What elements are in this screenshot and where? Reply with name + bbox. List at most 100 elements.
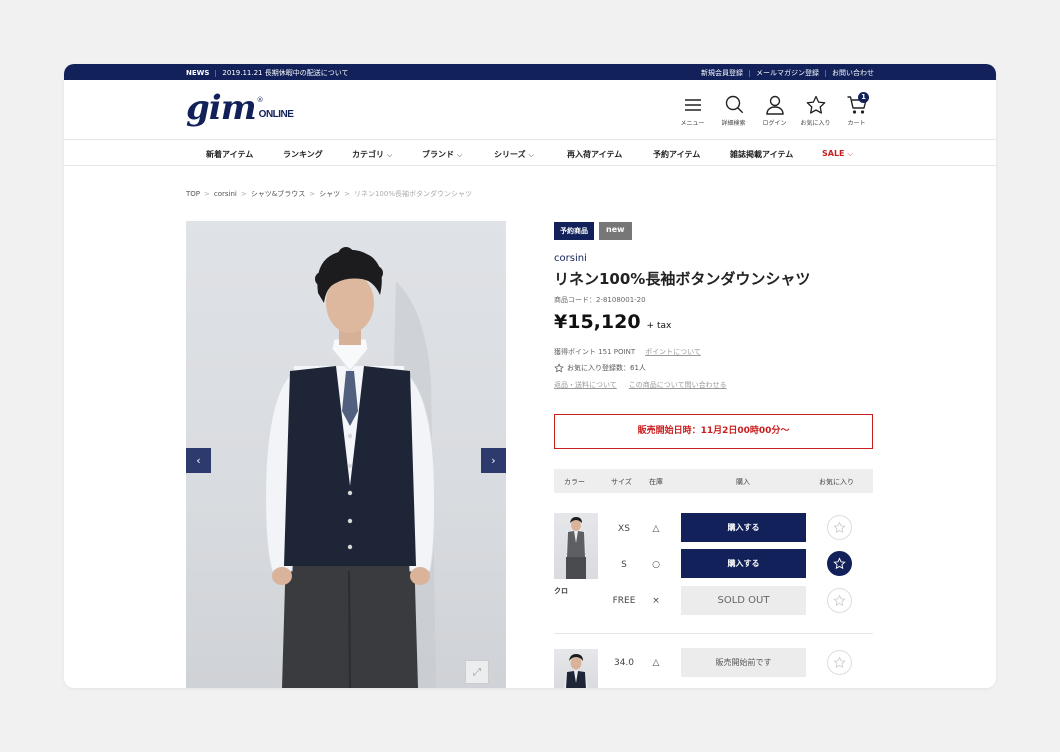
swatch-thumbnail bbox=[564, 654, 588, 688]
inquiry-link[interactable]: この商品について問い合わせる bbox=[629, 381, 727, 389]
nav-label: カテゴリ bbox=[352, 150, 384, 159]
site-header: gim ® ONLINE メニュー 詳細検索 ログイン お気に入り 1 カート bbox=[64, 80, 996, 140]
star-icon bbox=[806, 95, 825, 114]
color-swatch[interactable] bbox=[554, 513, 598, 579]
news-tag: NEWS bbox=[186, 69, 210, 77]
menu-icon bbox=[684, 99, 701, 111]
price-value: ¥15,120 bbox=[554, 311, 641, 333]
breadcrumb-brand[interactable]: corsini bbox=[214, 190, 237, 198]
nav-label: ランキング bbox=[283, 150, 323, 159]
chevron-right-icon: › bbox=[491, 454, 496, 467]
nav-label: 雑誌掲載アイテム bbox=[730, 150, 794, 159]
contact-link[interactable]: お問い合わせ bbox=[832, 69, 874, 77]
star-outline-icon bbox=[833, 594, 846, 607]
nav-preorder[interactable]: 予約アイテム bbox=[653, 149, 700, 160]
search-button[interactable]: 詳細検索 bbox=[716, 94, 751, 127]
size-value: FREE bbox=[612, 596, 636, 606]
expand-image-button[interactable]: ⤢ bbox=[465, 660, 489, 684]
chevron-down-icon: ⌵ bbox=[847, 150, 853, 158]
nav-brand[interactable]: ブランド ⌵ bbox=[422, 149, 462, 160]
group-divider bbox=[554, 633, 873, 634]
size-value: XS bbox=[618, 524, 630, 534]
product-code: 商品コード：2-8108001-20 bbox=[554, 296, 646, 304]
nav-label: ブランド bbox=[422, 150, 454, 159]
product-brand[interactable]: corsini bbox=[554, 253, 587, 264]
news-bar: NEWS 2019.11.21 長期休暇中の配送について 新規会員登録 メールマガジ… bbox=[64, 64, 996, 80]
price-tax: + tax bbox=[646, 321, 672, 331]
logo-reg: ® bbox=[256, 96, 264, 104]
nav-label: 予約アイテム bbox=[653, 150, 701, 159]
breadcrumb-subcategory[interactable]: シャツ bbox=[319, 190, 340, 198]
menu-label: メニュー bbox=[680, 120, 705, 127]
star-outline-icon bbox=[833, 656, 846, 669]
before-sale-button: 販売開始前です bbox=[681, 648, 806, 677]
nav-category[interactable]: カテゴリ ⌵ bbox=[352, 149, 392, 160]
info-links: 返品・送料について この商品について問い合わせる bbox=[554, 380, 739, 390]
expand-icon: ⤢ bbox=[473, 666, 481, 678]
cart-button[interactable]: 1 カート bbox=[839, 92, 874, 127]
register-link[interactable]: 新規会員登録 bbox=[701, 69, 743, 77]
favorite-button-free[interactable] bbox=[827, 588, 852, 613]
gallery-prev-button[interactable]: ‹ bbox=[186, 448, 211, 473]
search-label: 詳細検索 bbox=[721, 120, 746, 127]
sold-out-button: SOLD OUT bbox=[681, 586, 806, 615]
user-icon bbox=[765, 95, 784, 115]
color-name: クロ bbox=[554, 587, 568, 595]
stock-indicator: × bbox=[652, 596, 660, 606]
menu-button[interactable]: メニュー bbox=[675, 94, 710, 127]
login-button[interactable]: ログイン bbox=[757, 94, 792, 127]
chevron-down-icon: ⌵ bbox=[528, 151, 534, 159]
chevron-down-icon: ⌵ bbox=[387, 151, 393, 159]
cart-count-badge: 1 bbox=[858, 92, 869, 103]
breadcrumb-category[interactable]: シャツ&ブラウス bbox=[251, 190, 305, 198]
stock-indicator: △ bbox=[652, 524, 660, 534]
newsletter-link[interactable]: メールマガジン登録 bbox=[756, 69, 819, 77]
size-value: S bbox=[621, 560, 627, 570]
breadcrumb-sep: > bbox=[344, 190, 350, 198]
product-price: ¥15,120 + tax bbox=[554, 311, 671, 333]
logo-main: gim bbox=[186, 88, 257, 128]
nav-series[interactable]: シリーズ ⌵ bbox=[494, 149, 534, 160]
star-outline-icon bbox=[554, 363, 564, 373]
breadcrumb: TOP > corsini > シャツ&ブラウス > シャツ > リネン100%長袖ボタンダウン… bbox=[186, 189, 472, 199]
gallery-next-button[interactable]: › bbox=[481, 448, 506, 473]
stock-indicator: ○ bbox=[652, 560, 660, 570]
favorite-button-xs[interactable] bbox=[827, 515, 852, 540]
favorite-button-s[interactable] bbox=[827, 551, 852, 576]
returns-link[interactable]: 返品・送料について bbox=[554, 381, 617, 389]
nav-label: シリーズ bbox=[494, 150, 526, 159]
new-badge: new bbox=[599, 222, 632, 240]
news-link[interactable]: 2019.11.21 長期休暇中の配送について bbox=[222, 69, 348, 77]
global-nav: 新着アイテム ランキング カテゴリ ⌵ ブランド ⌵ シリーズ ⌵ 再入荷アイテム 予… bbox=[64, 141, 996, 166]
favorite-count: お気に入り登録数：61人 bbox=[554, 363, 646, 373]
nav-sale[interactable]: SALE ⌵ bbox=[822, 149, 853, 159]
nav-label: 再入荷アイテム bbox=[567, 150, 623, 159]
site-logo[interactable]: gim ® ONLINE bbox=[186, 88, 294, 128]
points-info: 獲得ポイント 151 POINT ポイントについて bbox=[554, 347, 701, 357]
product-photo: ‹ › ⤢ bbox=[186, 221, 506, 688]
nav-new-items[interactable]: 新着アイテム bbox=[206, 149, 253, 160]
size-value: 34.0 bbox=[613, 658, 635, 668]
header-stock: 在庫 bbox=[649, 478, 663, 486]
breadcrumb-sep: > bbox=[240, 190, 247, 198]
chevron-left-icon: ‹ bbox=[196, 454, 201, 467]
breadcrumb-sep: > bbox=[204, 190, 210, 198]
color-swatch[interactable] bbox=[554, 649, 598, 688]
favorites-button[interactable]: お気に入り bbox=[798, 94, 833, 127]
header-color: カラー bbox=[564, 478, 585, 486]
points-link[interactable]: ポイントについて bbox=[645, 348, 701, 356]
nav-restock[interactable]: 再入荷アイテム bbox=[567, 149, 622, 160]
product-info: 予約商品 new corsini リネン100%長袖ボタンダウンシャツ 商品コー… bbox=[554, 222, 874, 688]
cart-label: カート bbox=[847, 120, 866, 127]
favorite-button-34[interactable] bbox=[827, 650, 852, 675]
breadcrumb-top[interactable]: TOP bbox=[186, 190, 200, 198]
favorites-label: お気に入り bbox=[800, 120, 831, 127]
buy-button-xs[interactable]: 購入する bbox=[681, 513, 806, 542]
sale-start-notice: 販売開始日時：11月2日00時00分～ bbox=[554, 414, 873, 449]
nav-magazine[interactable]: 雑誌掲載アイテム bbox=[730, 149, 793, 160]
swatch-thumbnail bbox=[566, 517, 586, 579]
buy-button-s[interactable]: 購入する bbox=[681, 549, 806, 578]
nav-ranking[interactable]: ランキング bbox=[283, 149, 323, 160]
chevron-down-icon: ⌵ bbox=[457, 151, 463, 159]
header-buy: 購入 bbox=[736, 478, 750, 486]
